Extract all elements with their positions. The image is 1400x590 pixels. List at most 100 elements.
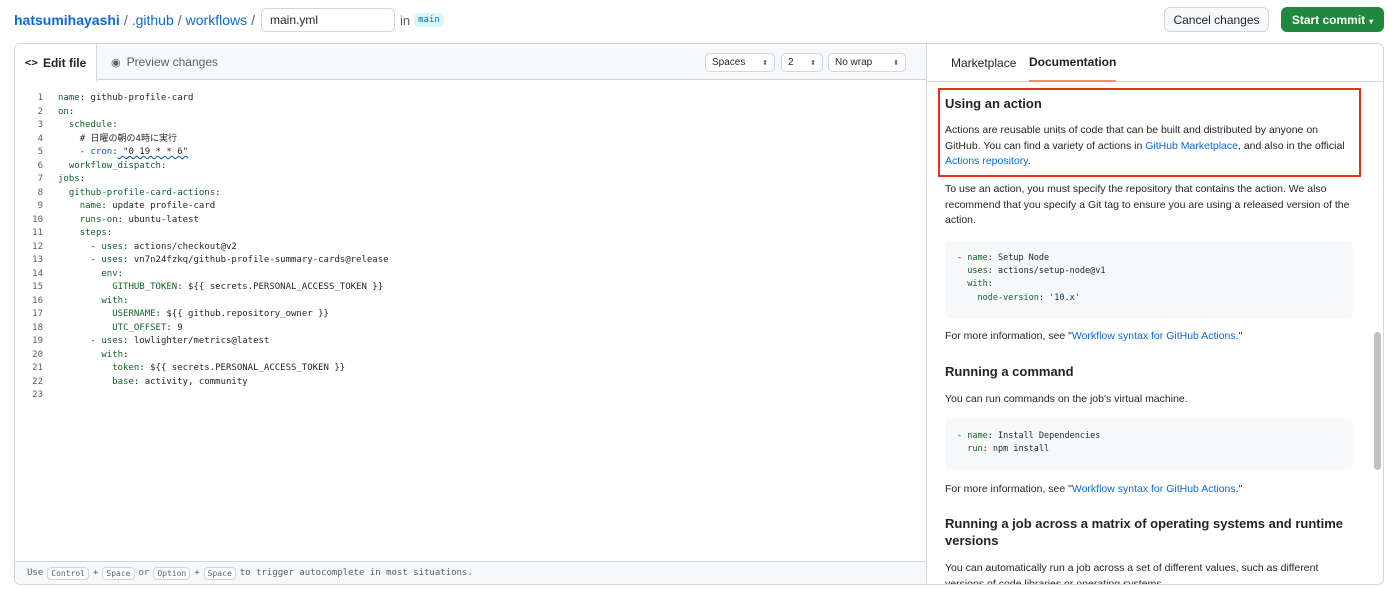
code-indent: - (58, 241, 102, 252)
section-paragraph: Actions are reusable units of code that … (945, 123, 1353, 170)
code-value: '10.x' (1044, 292, 1080, 303)
docs-scrollbar[interactable] (1374, 332, 1381, 470)
line-number: 2 (37, 106, 43, 117)
section-paragraph: You can run commands on the job's virtua… (945, 393, 1188, 405)
paragraph-text: For more information, see " (945, 483, 1072, 495)
indent-size-value: 2 (788, 57, 794, 68)
paragraph-text: For more information, see " (945, 330, 1072, 342)
wrap-mode-value: No wrap (835, 57, 873, 68)
code-key: with (967, 279, 988, 290)
code-line: 11 steps: (15, 227, 926, 241)
code-key: UTC_OFFSET (112, 322, 167, 333)
code-key: github-profile-card-actions (68, 187, 216, 198)
code-colon: : (215, 187, 221, 198)
breadcrumb-owner-link[interactable]: hatsumihayashi (14, 12, 120, 28)
line-content: with: (58, 295, 128, 309)
code-colon: : (123, 295, 129, 306)
filename-input[interactable] (261, 8, 396, 32)
code-line: 2 on: (15, 106, 926, 120)
start-commit-button[interactable]: Start commit ▾ (1281, 7, 1384, 32)
code-key: base (112, 376, 134, 387)
tab-documentation[interactable]: Documentation (1029, 44, 1117, 82)
breadcrumb-github-dir-link[interactable]: .github (132, 12, 174, 28)
code-icon: <> (24, 56, 38, 69)
line-number: 11 (32, 228, 43, 238)
code-value: vn7n24fzkq/github-profile-summary-cards@… (128, 255, 389, 265)
line-number: 20 (32, 349, 43, 360)
code-key: workflow_dispatch (68, 160, 161, 171)
cancel-changes-button[interactable]: Cancel changes (1164, 7, 1269, 32)
code-value: update profile-card (106, 201, 216, 211)
line-number: 16 (32, 295, 43, 306)
code-value: github-profile-card (85, 93, 194, 103)
breadcrumb-separator: / (123, 12, 128, 28)
section-title-matrix: Running a job across a matrix of operati… (945, 516, 1344, 548)
code-key: jobs (58, 174, 80, 184)
code-line: 15 GITHUB_TOKEN: ${{ secrets.PERSONAL_AC… (15, 281, 926, 295)
line-content: schedule: (58, 119, 118, 133)
line-content: USERNAME: ${{ github.repository_owner }} (58, 308, 329, 322)
code-value: ${{ github.repository_owner }} (160, 309, 329, 319)
code-key: uses (101, 241, 124, 252)
code-line: 7 jobs: (15, 173, 926, 187)
code-key: USERNAME (112, 309, 156, 319)
code-value: npm install (987, 444, 1050, 455)
code-value: # 日曜の朝の4時に実行 (79, 133, 177, 144)
code-line: - name: Install Dependencies (957, 430, 1341, 443)
indent-mode-select[interactable]: Spaces ⬍ (705, 53, 775, 72)
section-paragraph: You can automatically run a job across a… (945, 562, 1319, 585)
code-value: ubuntu-latest (123, 214, 199, 225)
code-line: 12 - uses: actions/checkout@v2 (15, 241, 926, 255)
line-number: 18 (32, 322, 43, 333)
docs-pane: Marketplace Documentation Using an actio… (926, 43, 1384, 585)
line-number: 13 (32, 255, 43, 265)
code-line: 8 github-profile-card-actions: (15, 187, 926, 201)
section-paragraph: To use an action, you must specify the r… (945, 183, 1350, 226)
code-line: 1 name: github-profile-card (15, 92, 926, 106)
line-content: - uses: actions/checkout@v2 (58, 241, 237, 255)
code-line: 21 token: ${{ secrets.PERSONAL_ACCESS_TO… (15, 362, 926, 376)
workflow-syntax-link[interactable]: Workflow syntax for GitHub Actions (1072, 330, 1236, 342)
line-content: - cron: "0 19 * * 6" (58, 146, 188, 160)
docs-tabs: Marketplace Documentation (927, 44, 1383, 82)
line-number: 1 (37, 93, 43, 103)
code-key: uses (101, 336, 124, 346)
line-number: 12 (32, 241, 43, 252)
section-title-using-action: Using an action (945, 96, 1042, 111)
code-key: cron (90, 147, 113, 157)
code-example-install-deps: - name: Install Dependencies run: npm in… (945, 419, 1353, 469)
code-indent: - (957, 253, 968, 263)
wrap-mode-select[interactable]: No wrap ⬍ (828, 53, 906, 72)
line-number: 10 (32, 214, 43, 225)
workflow-syntax-link[interactable]: Workflow syntax for GitHub Actions (1072, 483, 1236, 495)
code-editor[interactable]: 1 name: github-profile-card 2 on: 3 schedule… (15, 92, 926, 403)
breadcrumb-workflows-dir-link[interactable]: workflows (186, 12, 247, 28)
github-marketplace-link[interactable]: GitHub Marketplace (1145, 140, 1238, 152)
line-content: workflow_dispatch: (58, 160, 167, 174)
start-commit-label: Start commit (1291, 12, 1366, 27)
hint-text: or (138, 568, 150, 578)
more-info-paragraph: For more information, see "Workflow synt… (945, 329, 1353, 345)
code-colon: : (68, 106, 75, 117)
branch-badge: main (414, 13, 444, 27)
indent-size-select[interactable]: 2 ⬍ (781, 53, 823, 72)
code-key: schedule (68, 120, 113, 130)
tab-marketplace[interactable]: Marketplace (951, 44, 1016, 82)
hint-text: to trigger autocomplete in most situatio… (239, 568, 473, 578)
code-line: 16 with: (15, 295, 926, 309)
code-line: 14 env: (15, 268, 926, 282)
breadcrumb-separator: / (177, 12, 182, 28)
tab-edit-file[interactable]: <> Edit file (15, 44, 97, 81)
line-content: steps: (58, 227, 113, 241)
actions-repository-link[interactable]: Actions repository (945, 155, 1028, 167)
kbd-option: Option (153, 566, 191, 580)
code-value: ${{ secrets.PERSONAL_ACCESS_TOKEN }} (182, 282, 384, 292)
line-number: 17 (32, 309, 43, 319)
code-colon: : (117, 268, 124, 279)
tab-preview-changes[interactable]: ◉ Preview changes (111, 44, 218, 80)
tab-preview-changes-label: Preview changes (126, 55, 218, 69)
